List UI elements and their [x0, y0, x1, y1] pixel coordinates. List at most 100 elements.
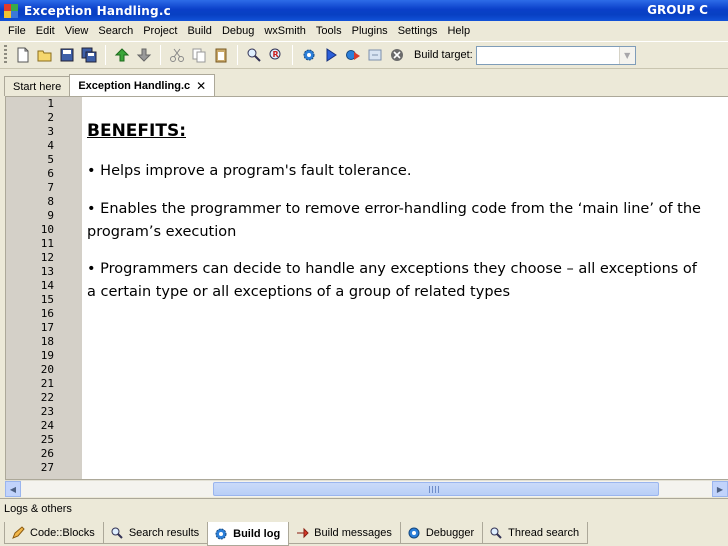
- find-button[interactable]: [243, 44, 265, 66]
- line-number: 24: [40, 419, 54, 432]
- line-number: 18: [40, 335, 54, 348]
- gear-icon: [408, 527, 420, 538]
- line-number: 16: [40, 307, 54, 320]
- tab-search-results[interactable]: Search results: [102, 522, 209, 544]
- menu-file[interactable]: File: [3, 25, 31, 37]
- tab-start-here[interactable]: Start here: [4, 76, 71, 96]
- cut-button[interactable]: [166, 44, 188, 66]
- menu-project[interactable]: Project: [138, 25, 182, 37]
- toolbar-separator: [105, 45, 106, 65]
- line-number: 27: [40, 461, 54, 474]
- line-number: 5: [47, 153, 54, 166]
- pencil-icon: [12, 525, 25, 539]
- new-file-icon: [17, 47, 29, 63]
- tab-label: Exception Handling.c: [78, 79, 191, 92]
- toolbar-separator: [160, 45, 161, 65]
- redo-button[interactable]: [133, 44, 155, 66]
- tab-label: Build messages: [314, 526, 392, 539]
- line-number: 17: [40, 321, 54, 334]
- menu-wxsmith[interactable]: wxSmith: [259, 25, 311, 37]
- undo-arrow-icon: [114, 48, 130, 62]
- magnifier-icon: [490, 527, 502, 539]
- save-button[interactable]: [56, 44, 78, 66]
- abort-button[interactable]: [386, 44, 408, 66]
- editor-tabs: Start here Exception Handling.c ✕: [4, 74, 216, 96]
- toolbar-grip[interactable]: [4, 45, 7, 65]
- horizontal-scrollbar[interactable]: ◀ ▶: [5, 480, 728, 497]
- menu-bar: File Edit View Search Project Build Debu…: [0, 21, 728, 41]
- tab-label: Code::Blocks: [30, 526, 95, 539]
- tab-label: Debugger: [425, 526, 475, 539]
- tab-label: Thread search: [508, 526, 580, 539]
- line-number: 7: [47, 181, 54, 194]
- menu-debug[interactable]: Debug: [217, 25, 259, 37]
- line-number: 1: [47, 97, 54, 110]
- tab-thread-search[interactable]: Thread search: [482, 522, 589, 544]
- tab-label: Start here: [13, 80, 62, 93]
- replace-icon: R: [269, 48, 281, 60]
- rebuild-icon: [368, 49, 382, 61]
- menu-edit[interactable]: Edit: [31, 25, 60, 37]
- close-icon[interactable]: ✕: [196, 79, 206, 93]
- line-number: 15: [40, 293, 54, 306]
- code-editor[interactable]: 1 2 3 4 5 6 7 8 9 10 11 12 13 14 15 16 1…: [5, 96, 728, 480]
- rebuild-button[interactable]: [364, 44, 386, 66]
- tab-build-log[interactable]: Build log: [207, 522, 290, 546]
- open-file-button[interactable]: [34, 44, 56, 66]
- build-run-button[interactable]: [342, 44, 364, 66]
- tab-exception-handling[interactable]: Exception Handling.c ✕: [69, 74, 216, 96]
- line-number: 12: [40, 251, 54, 264]
- menu-settings[interactable]: Settings: [393, 25, 443, 37]
- open-folder-icon: [37, 50, 52, 62]
- paste-clipboard-icon: [215, 48, 227, 63]
- menu-help[interactable]: Help: [442, 25, 475, 37]
- chevron-down-icon[interactable]: ▼: [618, 46, 635, 64]
- line-number-gutter: 1 2 3 4 5 6 7 8 9 10 11 12 13 14 15 16 1…: [6, 97, 82, 479]
- tab-debugger[interactable]: Debugger: [399, 522, 484, 544]
- build-target-label: Build target:: [414, 49, 473, 61]
- title-bar: Exception Handling.c GROUP C: [0, 0, 728, 21]
- replace-button[interactable]: R: [265, 44, 287, 66]
- scroll-right-button[interactable]: ▶: [712, 481, 728, 497]
- scroll-left-button[interactable]: ◀: [5, 481, 21, 497]
- tab-build-messages[interactable]: Build messages: [288, 522, 401, 544]
- menu-search[interactable]: Search: [93, 25, 138, 37]
- scrollbar-thumb[interactable]: [213, 482, 659, 496]
- tab-codeblocks[interactable]: Code::Blocks: [4, 522, 104, 544]
- new-file-button[interactable]: [12, 44, 34, 66]
- bullet-point: • Programmers can decide to handle any e…: [87, 261, 697, 300]
- line-number: 25: [40, 433, 54, 446]
- build-button[interactable]: [298, 44, 320, 66]
- tab-label: Build log: [233, 527, 281, 540]
- save-icon: [60, 48, 74, 62]
- benefits-heading: BENEFITS:: [87, 121, 186, 141]
- logs-tabs: Code::Blocks Search results Build log Bu…: [0, 522, 728, 546]
- paste-button[interactable]: [210, 44, 232, 66]
- main-toolbar: R Build target: ▼: [0, 41, 728, 69]
- fold-margin: [82, 97, 86, 479]
- scrollbar-grip: [429, 486, 441, 493]
- undo-button[interactable]: [111, 44, 133, 66]
- copy-button[interactable]: [188, 44, 210, 66]
- toolbar-separator: [237, 45, 238, 65]
- toolbar-separator: [292, 45, 293, 65]
- build-target-select[interactable]: ▼: [475, 45, 636, 65]
- line-number: 8: [47, 195, 54, 208]
- menu-tools[interactable]: Tools: [311, 25, 347, 37]
- run-button[interactable]: [320, 44, 342, 66]
- save-all-button[interactable]: [78, 44, 100, 66]
- codeblocks-app-icon: [4, 3, 18, 18]
- stop-icon: [391, 49, 403, 61]
- line-number: 14: [40, 279, 54, 292]
- menu-build[interactable]: Build: [182, 25, 216, 37]
- menu-view[interactable]: View: [60, 25, 94, 37]
- editor-frame: Start here Exception Handling.c ✕ 1 2 3 …: [0, 70, 728, 497]
- menu-plugins[interactable]: Plugins: [347, 25, 393, 37]
- redo-arrow-icon: [136, 48, 152, 62]
- bullet-point: • Helps improve a program's fault tolera…: [87, 163, 412, 179]
- gear-icon: [215, 528, 227, 539]
- line-number: 22: [40, 391, 54, 404]
- gear-run-icon: [346, 50, 360, 60]
- play-icon: [326, 48, 337, 62]
- line-number: 11: [40, 237, 54, 250]
